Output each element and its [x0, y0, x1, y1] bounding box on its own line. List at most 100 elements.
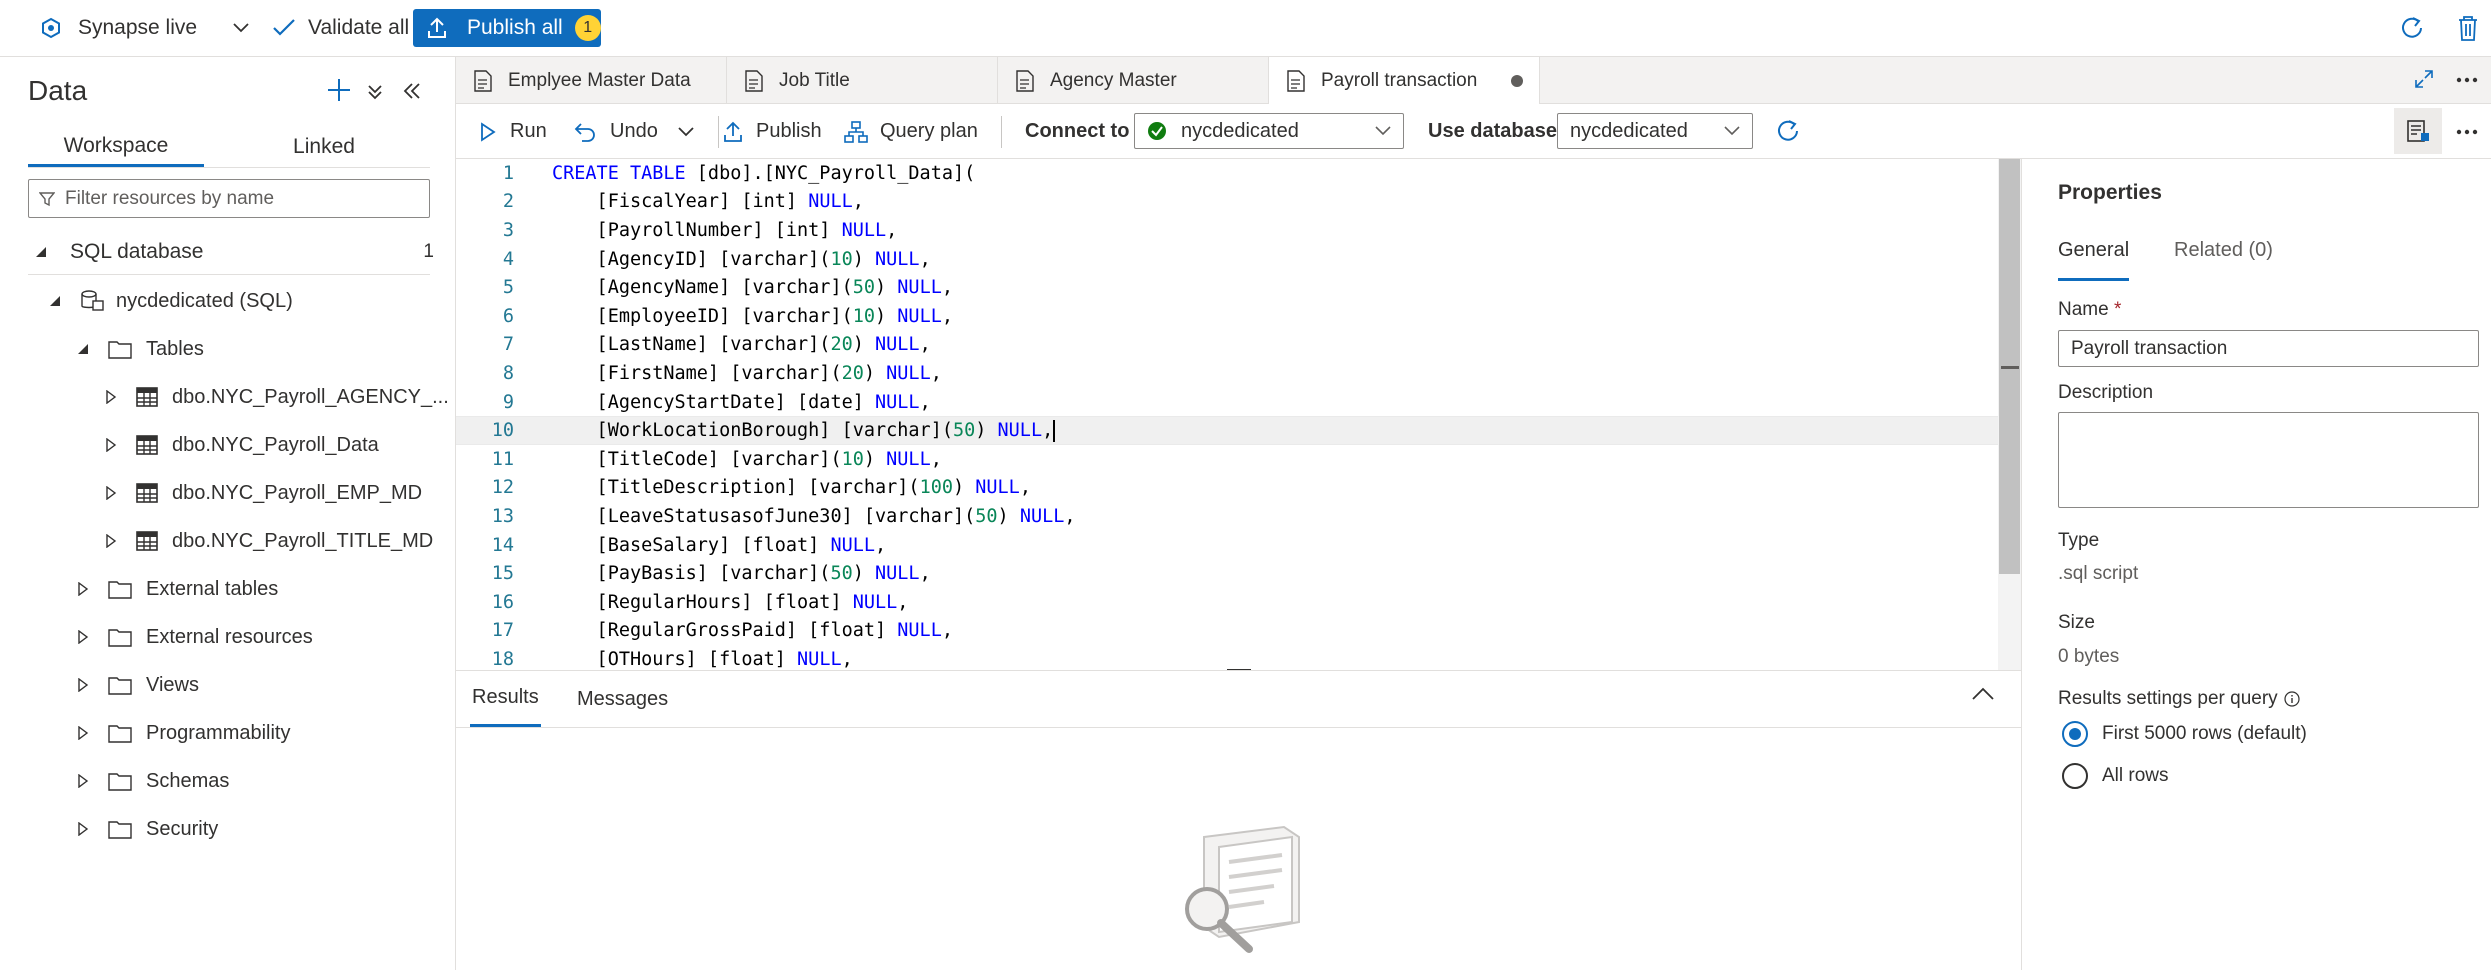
tree-item-database[interactable]: nycdedicated (SQL) — [48, 281, 293, 321]
publish-button[interactable]: Publish — [722, 104, 822, 159]
collapse-all-icon[interactable] — [366, 83, 384, 101]
use-database-dropdown[interactable]: nycdedicated — [1557, 113, 1753, 149]
code-line[interactable]: 8 [FirstName] [varchar](20) NULL, — [456, 359, 1999, 388]
connect-to-value: nycdedicated — [1181, 119, 1299, 142]
tree-item-views[interactable]: Views — [76, 665, 199, 705]
undo-dropdown[interactable] — [678, 104, 694, 159]
code-line[interactable]: 3 [PayrollNumber] [int] NULL, — [456, 216, 1999, 245]
synapse-live-selector[interactable]: Synapse live — [40, 0, 249, 56]
tab-employee-master-data[interactable]: Emplyee Master Data — [456, 57, 727, 104]
discard-icon[interactable] — [2457, 14, 2479, 42]
tab-linked[interactable]: Linked — [204, 127, 444, 167]
tab-related[interactable]: Related (0) — [2174, 239, 2273, 281]
undo-button[interactable]: Undo — [574, 104, 658, 159]
description-textarea[interactable] — [2058, 412, 2479, 508]
tree-item-table[interactable]: dbo.NYC_Payroll_EMP_MD — [104, 473, 422, 513]
connect-to-dropdown[interactable]: nycdedicated — [1134, 113, 1404, 149]
collapse-panel-icon[interactable] — [402, 81, 422, 101]
add-icon[interactable] — [326, 77, 352, 103]
validate-all-button[interactable]: Validate all — [272, 0, 409, 56]
code-token: ) — [852, 248, 876, 270]
type-value: .sql script — [2058, 563, 2139, 584]
code-token: [AgencyID] [varchar]( — [552, 248, 831, 270]
publish-all-button[interactable]: Publish all 1 — [413, 9, 601, 47]
refresh-icon[interactable] — [2398, 14, 2426, 42]
code-line[interactable]: 9 [AgencyStartDate] [date] NULL, — [456, 388, 1999, 417]
code-token: ) — [852, 334, 876, 356]
chevron-down-icon[interactable] — [233, 23, 249, 33]
code-token: NULL — [886, 362, 931, 384]
properties-toggle-button[interactable] — [2394, 108, 2442, 154]
tab-general[interactable]: General — [2058, 239, 2130, 281]
code-line[interactable]: 4 [AgencyID] [varchar](10) NULL, — [456, 245, 1999, 274]
more-options-icon[interactable] — [2456, 77, 2478, 83]
code-line[interactable]: 6 [EmployeeID] [varchar](10) NULL, — [456, 302, 1999, 331]
code-token: NULL — [997, 419, 1043, 441]
tree-item-schemas[interactable]: Schemas — [76, 761, 229, 801]
code-token: NULL — [808, 191, 853, 213]
code-line[interactable]: 18 [OTHours] [float] NULL, — [456, 645, 1999, 670]
code-line[interactable]: 2 [FiscalYear] [int] NULL, — [456, 188, 1999, 217]
code-text: [AgencyID] [varchar](10) NULL, — [552, 249, 931, 270]
collapse-pane-icon[interactable] — [1972, 687, 1994, 701]
radio-first-5000-rows[interactable] — [2062, 721, 2088, 747]
tree-item-external-tables[interactable]: External tables — [76, 569, 278, 609]
folder-label: External tables — [146, 577, 279, 600]
collapsed-caret-icon — [78, 726, 89, 740]
tree-item-table[interactable]: dbo.NYC_Payroll_AGENCY_... — [104, 377, 449, 417]
more-options-icon[interactable] — [2456, 129, 2478, 135]
refresh-database-icon[interactable] — [1774, 117, 1802, 145]
script-icon — [745, 69, 763, 92]
code-line[interactable]: 10 [WorkLocationBorough] [varchar](50) N… — [456, 416, 1999, 445]
sql-editor[interactable]: 1 CREATE TABLE [dbo].[NYC_Payroll_Data](2… — [456, 159, 2021, 670]
code-line[interactable]: 13 [LeaveStatusasofJune30] [varchar](50)… — [456, 502, 1999, 531]
tree-item-external-resources[interactable]: External resources — [76, 617, 313, 657]
results-pane: Results Messages — [456, 670, 2021, 970]
tab-results[interactable]: Results — [470, 671, 541, 727]
hierarchy-icon — [844, 120, 868, 143]
code-token: 50 — [830, 563, 853, 585]
sql-database-section[interactable]: SQL database 1 — [34, 232, 434, 272]
code-line[interactable]: 17 [RegularGrossPaid] [float] NULL, — [456, 617, 1999, 646]
tab-agency-master[interactable]: Agency Master — [998, 57, 1269, 104]
tab-job-title[interactable]: Job Title — [727, 57, 998, 104]
tree-item-programmability[interactable]: Programmability — [76, 713, 290, 753]
script-icon — [1016, 69, 1034, 92]
no-results-illustration — [1164, 817, 1324, 957]
tab-workspace[interactable]: Workspace — [28, 127, 204, 167]
folder-label: Views — [146, 673, 199, 696]
radio-all-rows[interactable] — [2062, 763, 2088, 789]
code-token: [BaseSalary] [float] — [552, 534, 831, 556]
code-token: ) — [875, 277, 898, 299]
code-token: NULL — [875, 334, 920, 356]
sql-database-label: SQL database — [70, 240, 204, 263]
code-line[interactable]: 7 [LastName] [varchar](20) NULL, — [456, 331, 1999, 360]
code-line[interactable]: 16 [RegularHours] [float] NULL, — [456, 588, 1999, 617]
code-token: NULL — [875, 391, 920, 413]
tree-item-security[interactable]: Security — [76, 809, 218, 849]
run-button[interactable]: Run — [480, 104, 547, 159]
maximize-icon[interactable] — [2414, 69, 2434, 89]
filter-input-placeholder: Filter resources by name — [65, 187, 275, 209]
code-line[interactable]: 5 [AgencyName] [varchar](50) NULL, — [456, 273, 1999, 302]
code-token: , — [897, 591, 909, 613]
tree-item-tables[interactable]: Tables — [76, 329, 204, 369]
code-line[interactable]: 11 [TitleCode] [varchar](10) NULL, — [456, 445, 1999, 474]
results-divider — [456, 727, 2021, 728]
query-plan-button[interactable]: Query plan — [844, 104, 978, 159]
code-line[interactable]: 14 [BaseSalary] [float] NULL, — [456, 531, 1999, 560]
tree-item-table[interactable]: dbo.NYC_Payroll_Data — [104, 425, 379, 465]
folder-label: External resources — [146, 625, 313, 648]
code-token: 20 — [841, 362, 864, 384]
code-line[interactable]: 12 [TitleDescription] [varchar](100) NUL… — [456, 474, 1999, 503]
name-input[interactable]: Payroll transaction — [2058, 330, 2479, 367]
unsaved-dot-icon[interactable] — [1511, 75, 1523, 87]
use-database-label: Use database — [1428, 120, 1557, 142]
tab-messages[interactable]: Messages — [577, 671, 668, 727]
code-line[interactable]: 15 [PayBasis] [varchar](50) NULL, — [456, 559, 1999, 588]
tab-payroll-transaction[interactable]: Payroll transaction — [1269, 57, 1540, 105]
tree-item-table[interactable]: dbo.NYC_Payroll_TITLE_MD — [104, 521, 433, 561]
code-line[interactable]: 1 CREATE TABLE [dbo].[NYC_Payroll_Data]( — [456, 159, 1999, 188]
info-icon[interactable] — [2284, 691, 2300, 707]
filter-box[interactable]: Filter resources by name — [28, 179, 430, 218]
